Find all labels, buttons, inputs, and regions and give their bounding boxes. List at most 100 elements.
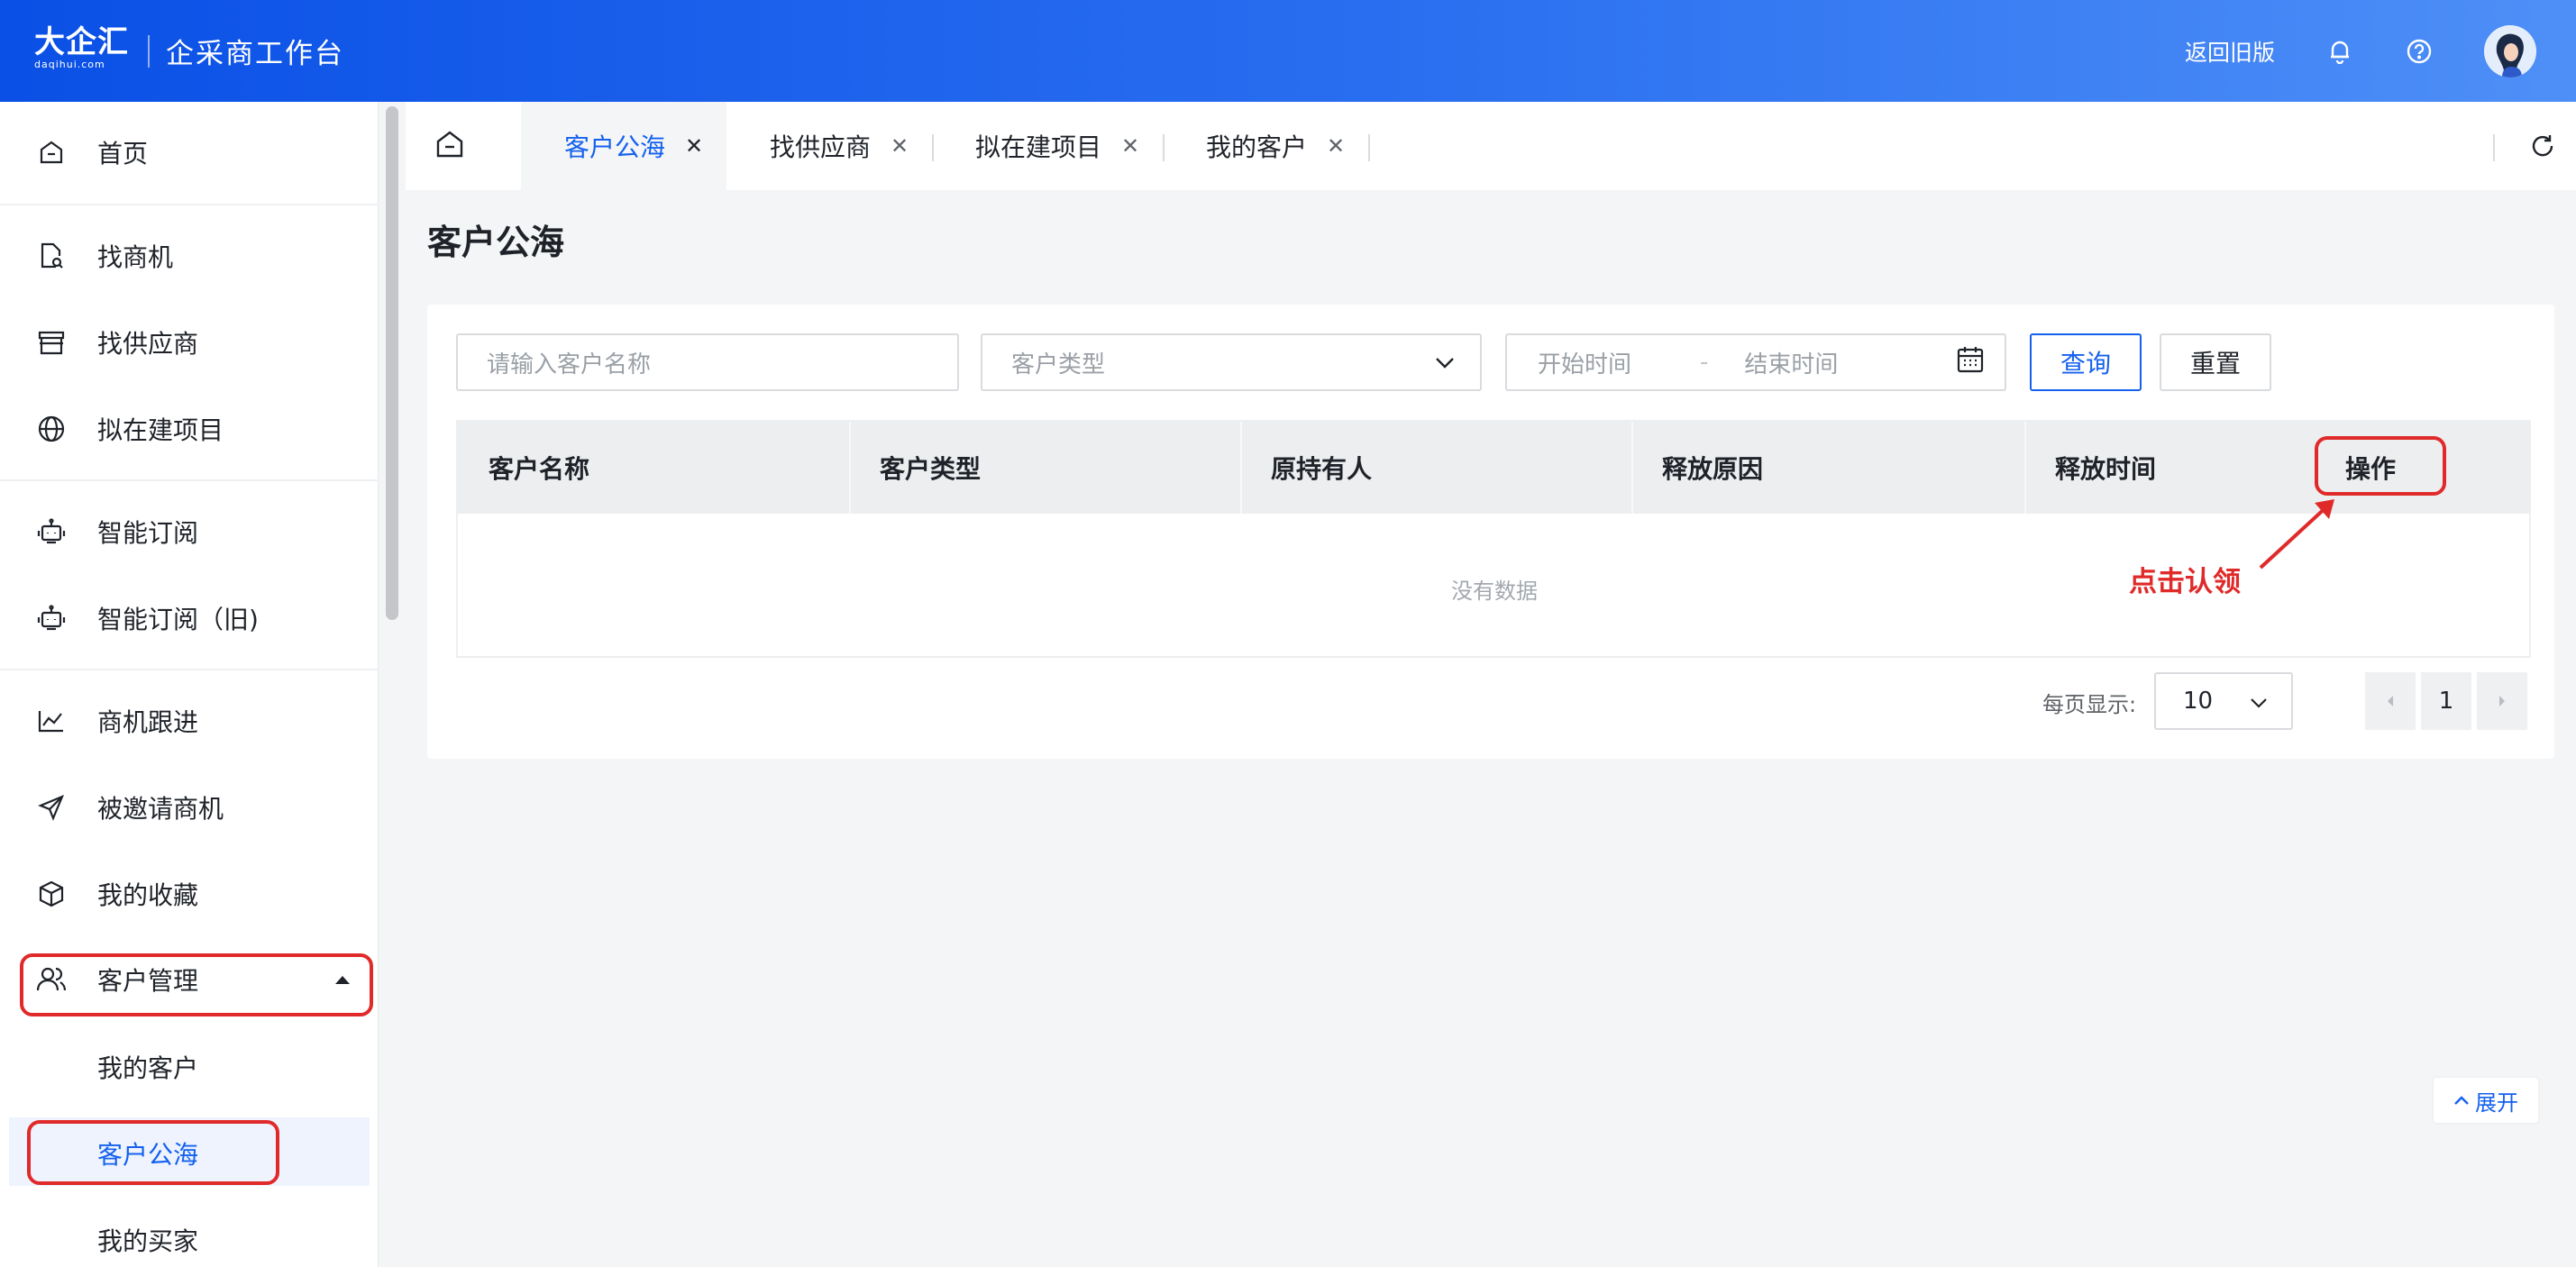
tab-planned-projects[interactable]: 拟在建项目 ✕ (975, 102, 1139, 190)
end-date-placeholder[interactable]: 结束时间 (1744, 346, 1838, 379)
sidebar-divider (0, 204, 379, 205)
caret-right-icon (2499, 696, 2505, 706)
close-icon[interactable]: ✕ (1121, 133, 1139, 159)
app-title: 企采商工作台 (166, 38, 344, 70)
query-button[interactable]: 查询 (2030, 333, 2142, 391)
sidebar-item-smart-subscription[interactable]: 智能订阅 (0, 490, 379, 573)
document-search-icon (36, 241, 67, 271)
top-header: 大企汇 daqihui.com 企采商工作台 返回旧版 (0, 0, 2576, 102)
sidebar-item-opportunity-followup[interactable]: 商机跟进 (0, 679, 379, 762)
tab-bar: 客户公海 ✕ 找供应商 ✕ 拟在建项目 ✕ 我的客户 ✕ (406, 102, 2576, 190)
customer-type-select[interactable]: 客户类型 (981, 333, 1482, 391)
send-icon (36, 792, 67, 823)
page-size-value: 10 (2183, 688, 2214, 715)
sidebar-item-label: 智能订阅 (97, 518, 199, 548)
bell-icon[interactable] (2325, 37, 2354, 66)
tab-separator (932, 134, 934, 161)
chevron-up-icon (2454, 1096, 2469, 1105)
sidebar-divider (0, 669, 379, 670)
sidebar-item-find-opportunity[interactable]: 找商机 (0, 214, 379, 297)
tab-separator (1368, 134, 1370, 161)
tab-label: 我的客户 (1206, 132, 1308, 162)
back-to-old-version-link[interactable]: 返回旧版 (2185, 35, 2275, 68)
expand-label: 展开 (2475, 1089, 2518, 1116)
home-tab-icon[interactable] (434, 129, 470, 165)
close-icon[interactable]: ✕ (1327, 133, 1345, 159)
globe-icon (36, 414, 67, 444)
next-page-button[interactable] (2477, 672, 2527, 730)
robot-icon (36, 603, 67, 634)
customer-name-placeholder: 请输入客户名称 (487, 351, 652, 378)
sidebar-item-label: 智能订阅（旧) (97, 605, 259, 634)
sidebar-item-smart-subscription-old[interactable]: 智能订阅（旧) (0, 577, 379, 660)
logo-subtext: daqihui.com (34, 58, 105, 70)
empty-state-text: 没有数据 (1451, 579, 1538, 604)
avatar[interactable] (2484, 24, 2536, 77)
reset-button[interactable]: 重置 (2160, 333, 2271, 391)
close-icon[interactable]: ✕ (891, 133, 909, 159)
range-separator: - (1700, 349, 1709, 376)
sidebar-subitem-my-buyers[interactable]: 我的买家 (97, 1222, 198, 1258)
sidebar-item-find-supplier[interactable]: 找供应商 (0, 301, 379, 384)
column-header-customer-name: 客户名称 (489, 454, 590, 484)
date-range-picker[interactable]: 开始时间 - 结束时间 (1505, 333, 2006, 391)
close-icon[interactable]: ✕ (685, 133, 703, 159)
column-header-release-reason: 释放原因 (1662, 454, 1764, 484)
customer-type-placeholder: 客户类型 (1011, 351, 1106, 378)
robot-icon (36, 516, 67, 547)
annotation-arrow-icon (2259, 499, 2334, 570)
tab-my-customers[interactable]: 我的客户 ✕ (1206, 102, 1345, 190)
sidebar-divider (0, 479, 379, 481)
sidebar-item-label: 我的收藏 (97, 880, 199, 910)
column-header-customer-type: 客户类型 (880, 454, 982, 484)
page-size-label: 每页显示: (2042, 692, 2137, 717)
home-icon (36, 137, 67, 168)
refresh-icon[interactable] (2529, 132, 2558, 161)
column-separator (1631, 422, 1633, 514)
customer-table: 客户名称 客户类型 原持有人 释放原因 释放时间 操作 没有数据 (456, 420, 2531, 658)
page-title: 客户公海 (427, 223, 565, 262)
expand-button[interactable]: 展开 (2434, 1078, 2538, 1123)
tab-separator (1163, 134, 1165, 161)
page-number-button[interactable]: 1 (2421, 672, 2471, 730)
sidebar-subitem-my-customers[interactable]: 我的客户 (97, 1049, 198, 1085)
sidebar-item-planned-projects[interactable]: 拟在建项目 (0, 387, 379, 470)
sidebar-item-my-favorites[interactable]: 我的收藏 (0, 852, 379, 935)
sidebar-item-invited-opportunities[interactable]: 被邀请商机 (0, 766, 379, 849)
store-icon (36, 327, 67, 358)
sidebar-item-label: 找商机 (97, 242, 174, 272)
tab-label: 拟在建项目 (975, 132, 1102, 162)
calendar-icon (1956, 345, 1985, 380)
table-header: 客户名称 客户类型 原持有人 释放原因 释放时间 操作 (458, 422, 2529, 514)
highlight-box-customer-pool (27, 1120, 279, 1185)
header-divider (148, 34, 150, 68)
tab-separator (2493, 134, 2495, 161)
sidebar-item-label: 商机跟进 (97, 707, 199, 737)
prev-page-button[interactable] (2365, 672, 2416, 730)
sidebar-item-label: 被邀请商机 (97, 794, 224, 824)
chart-icon (36, 706, 67, 736)
box-icon (36, 879, 67, 909)
start-date-placeholder[interactable]: 开始时间 (1538, 346, 1631, 379)
annotation-text: 点击认领 (2129, 566, 2241, 598)
column-separator (1240, 422, 1242, 514)
logo[interactable]: 大企汇 daqihui.com (34, 26, 128, 77)
help-icon[interactable] (2405, 37, 2434, 66)
tab-customer-pool[interactable]: 客户公海 ✕ (521, 102, 726, 190)
column-separator (849, 422, 851, 514)
sidebar-item-home[interactable]: 首页 (0, 111, 379, 194)
column-separator (2024, 422, 2026, 514)
caret-left-icon (2388, 696, 2393, 706)
page-size-select[interactable]: 10 (2154, 672, 2293, 730)
highlight-box-customer-management (20, 953, 373, 1016)
header-actions: 返回旧版 (2185, 24, 2536, 77)
chevron-down-icon (1435, 349, 1455, 376)
tab-find-supplier[interactable]: 找供应商 ✕ (770, 102, 909, 190)
sidebar-item-label: 找供应商 (97, 329, 199, 359)
sidebar-scrollbar[interactable] (386, 106, 398, 620)
customer-name-input[interactable]: 请输入客户名称 (456, 333, 959, 391)
sidebar-item-label: 首页 (97, 139, 149, 169)
sidebar-item-label: 拟在建项目 (97, 415, 224, 445)
tab-label: 客户公海 (564, 132, 666, 162)
column-header-release-time: 释放时间 (2055, 454, 2157, 484)
